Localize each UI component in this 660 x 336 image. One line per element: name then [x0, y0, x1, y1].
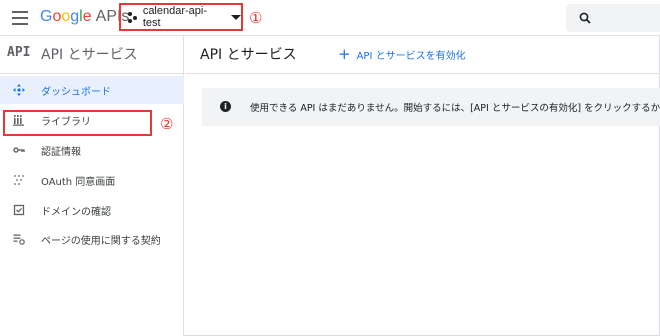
- sidebar-item-dashboard[interactable]: ダッシュボード: [0, 76, 184, 104]
- page-title: API とサービス: [200, 47, 297, 63]
- info-notice: i 使用できる API はまだありません。開始するには、[API とサービスの有…: [202, 88, 660, 126]
- agreement-icon: [13, 233, 25, 245]
- key-icon: [13, 144, 25, 156]
- domain-check-icon: [13, 204, 25, 216]
- logo-letter: o: [61, 8, 71, 25]
- search-bar[interactable]: [566, 4, 660, 32]
- logo-letter: g: [70, 8, 80, 25]
- plus-icon: +: [338, 45, 351, 63]
- sidebar-header: API API とサービス: [0, 36, 184, 74]
- api-logo-icon: API: [7, 45, 31, 60]
- project-name: calendar-api-test: [142, 5, 208, 29]
- library-highlight-box: [3, 110, 152, 136]
- annotation-marker-2: ②: [160, 115, 174, 133]
- search-icon: [579, 12, 591, 24]
- sidebar-item-page-usage-agreements[interactable]: ページの使用に関する契約: [0, 225, 184, 253]
- menu-icon[interactable]: [12, 11, 28, 25]
- sidebar-item-label: OAuth 同意画面: [41, 176, 116, 188]
- project-selector[interactable]: calendar-api-test: [119, 3, 243, 31]
- logo-letter: e: [82, 8, 92, 25]
- sidebar-item-domain-verification[interactable]: ドメインの確認: [0, 196, 184, 224]
- info-icon: i: [220, 101, 231, 112]
- enable-apis-button[interactable]: + API とサービスを有効化: [338, 45, 466, 63]
- sidebar-item-label: ページの使用に関する契約: [41, 235, 161, 247]
- main-header: API とサービス + API とサービスを有効化: [185, 36, 660, 74]
- sidebar-item-oauth-consent[interactable]: OAuth 同意画面: [0, 166, 184, 194]
- top-bar: Google APIs calendar-api-test ①: [0, 0, 660, 36]
- sidebar-title: API とサービス: [41, 47, 138, 63]
- logo-letter: G: [40, 8, 53, 25]
- sidebar-item-credentials[interactable]: 認証情報: [0, 136, 184, 164]
- enable-apis-label: API とサービスを有効化: [356, 51, 466, 62]
- sidebar-item-label: 認証情報: [41, 146, 81, 158]
- google-apis-logo[interactable]: Google APIs: [40, 8, 129, 26]
- notice-message: 使用できる API はまだありません。開始するには、[API とサービスの有効化…: [250, 103, 660, 114]
- oauth-consent-icon: [13, 174, 25, 186]
- dashboard-icon: [13, 84, 25, 96]
- sidebar: API API とサービス ダッシュボード ライブラリ 認証情報 OAuth 同…: [0, 36, 184, 336]
- sidebar-item-label: ダッシュボード: [41, 86, 111, 98]
- chevron-down-icon: [231, 14, 241, 20]
- annotation-marker-1: ①: [249, 9, 263, 27]
- sidebar-item-label: ドメインの確認: [41, 206, 111, 218]
- project-icon: [128, 11, 137, 23]
